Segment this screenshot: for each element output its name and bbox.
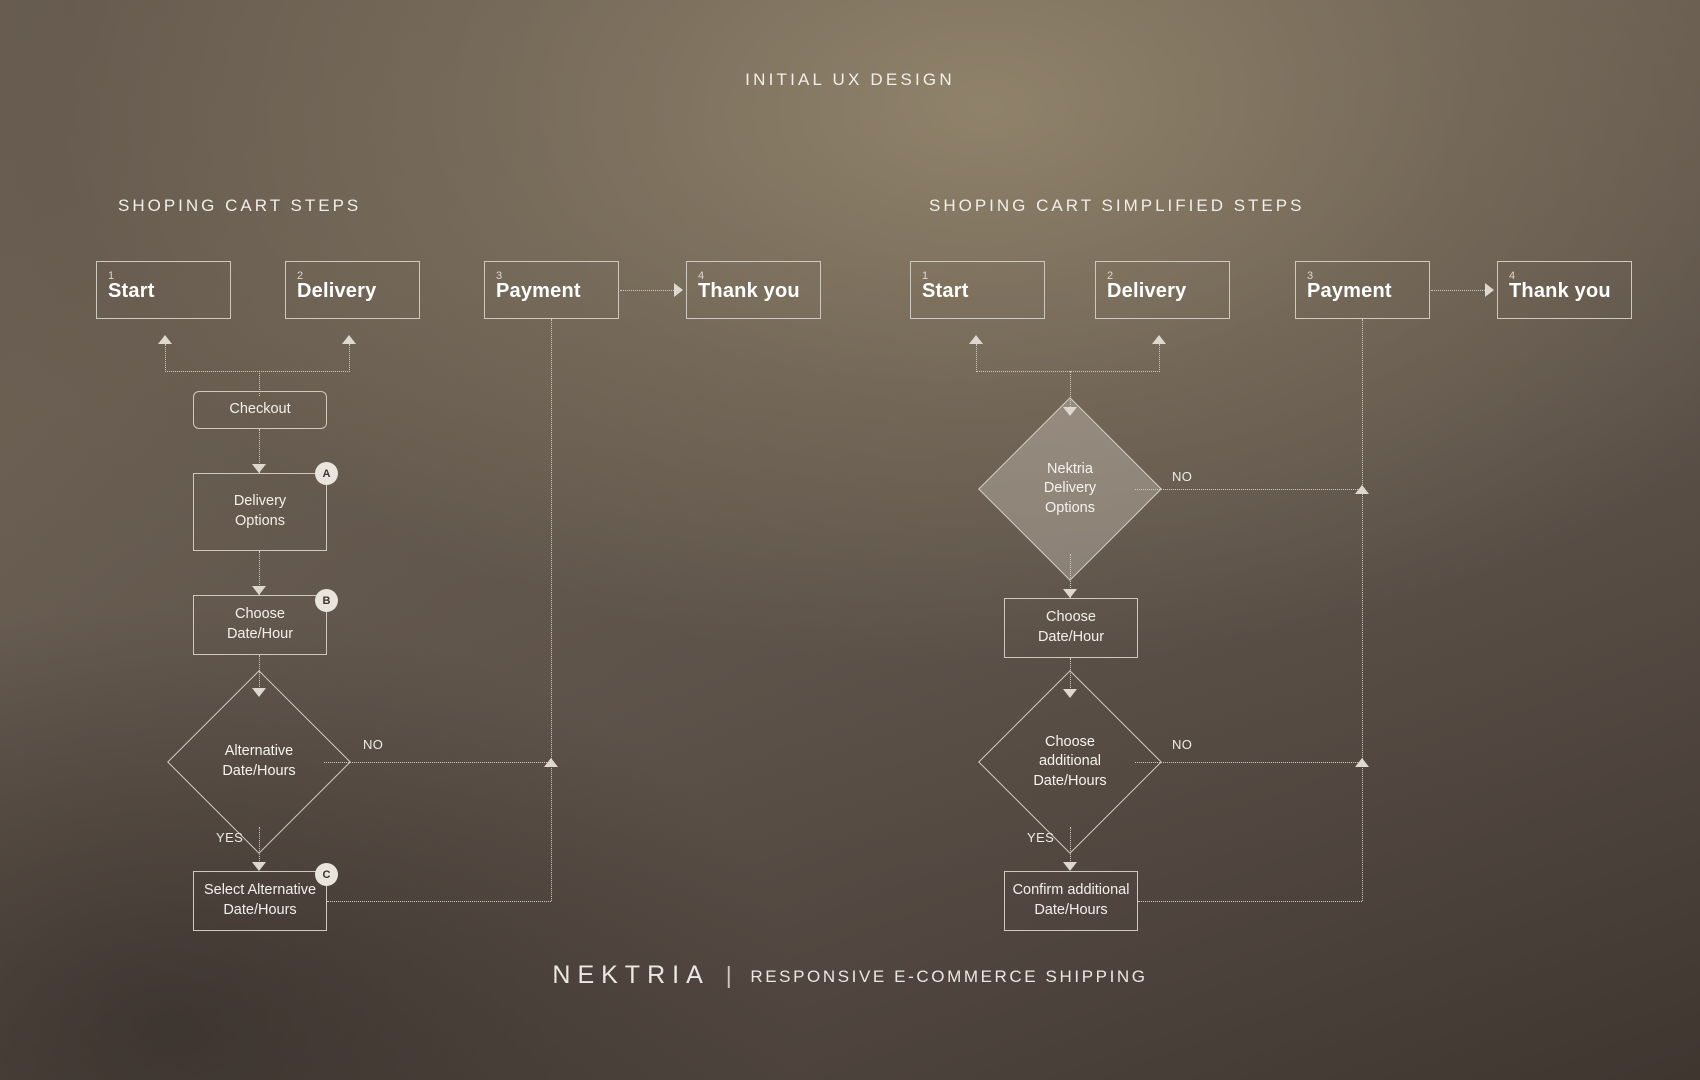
section-title-shopping-cart-simplified-steps: SHOPING CART SIMPLIFIED STEPS: [929, 196, 1305, 215]
arrowhead-up-delivery-left: [342, 335, 356, 344]
arrowhead-down: [252, 586, 266, 595]
node-label-line1: Select Alternative: [203, 882, 317, 899]
node-label-line1: Choose: [235, 606, 285, 623]
step-label: Thank you: [698, 280, 800, 302]
edge-label-yes-right: YES: [1027, 830, 1055, 845]
arrowhead-down: [252, 688, 266, 697]
node-label-line2: Date/Hour: [226, 626, 294, 642]
node-label: Alternative Date/Hours: [194, 697, 324, 827]
footer-tagline: RESPONSIVE E-COMMERCE SHIPPING: [750, 967, 1148, 986]
node-label-line1: Alternative: [224, 743, 294, 760]
ux-design-canvas: INITIAL UX DESIGN SHOPING CART STEPS 1 S…: [0, 0, 1700, 1080]
arrowhead-down: [1063, 862, 1077, 871]
connector-up-start-right: [976, 344, 977, 372]
node-alternative-date-hours[interactable]: Alternative Date/Hours: [167, 670, 351, 854]
connector-payment-thankyou-left: [620, 290, 676, 291]
node-delivery-options[interactable]: Delivery Options: [193, 473, 327, 551]
node-label: Choose additional Date/Hours: [1005, 697, 1135, 827]
node-label-line3: Date/Hours: [1033, 772, 1107, 789]
connector-up-delivery-left: [349, 344, 350, 372]
node-label-line2: additional: [1038, 753, 1102, 770]
connector-select-to-payment-left: [327, 901, 551, 902]
connector-no-branch-left: [324, 762, 551, 763]
node-label-line1: Nektria: [1047, 460, 1093, 477]
node-label-line2: Date/Hours: [1034, 902, 1108, 918]
section-title-shopping-cart-steps: SHOPING CART STEPS: [118, 196, 362, 215]
step-box-thankyou-right[interactable]: 4 Thank you: [1497, 261, 1632, 319]
step-box-thankyou-left[interactable]: 4 Thank you: [686, 261, 821, 319]
step-label: Payment: [1307, 280, 1392, 302]
node-label-line2: Date/Hour: [1037, 629, 1105, 645]
step-label: Payment: [496, 280, 581, 302]
node-label-line1: Choose: [1045, 733, 1095, 750]
arrowhead-down: [252, 862, 266, 871]
step-box-start-left[interactable]: 1 Start: [96, 261, 231, 319]
arrowhead-down: [252, 464, 266, 473]
node-choose-date-hour-right[interactable]: Choose Date/Hour: [1004, 598, 1138, 658]
node-label-line1: Choose: [1046, 609, 1096, 626]
connector-horizontal-branch-right: [976, 371, 1160, 372]
node-select-alternative-date-hours[interactable]: Select Alternative Date/Hours: [193, 871, 327, 931]
step-box-delivery-left[interactable]: 2 Delivery: [285, 261, 420, 319]
arrowhead-down: [1063, 589, 1077, 598]
arrowhead-up-delivery-right: [1152, 335, 1166, 344]
node-label-line3: Options: [1045, 499, 1095, 516]
step-label: Start: [108, 280, 155, 302]
step-label: Delivery: [1107, 280, 1187, 302]
arrowhead-up-start-left: [158, 335, 172, 344]
node-checkout[interactable]: Checkout: [193, 391, 327, 429]
badge-a: A: [315, 462, 338, 485]
edge-label-no-left: NO: [363, 737, 384, 752]
arrowhead-up-no-right: [1355, 758, 1369, 767]
footer: NEKTRIA | RESPONSIVE E-COMMERCE SHIPPING: [0, 961, 1700, 990]
node-label-line1: Delivery: [233, 493, 287, 510]
step-label: Thank you: [1509, 280, 1611, 302]
connector-payment-thankyou-right: [1431, 290, 1487, 291]
node-nektria-delivery-options[interactable]: Nektria Delivery Options: [978, 397, 1162, 581]
step-box-payment-left[interactable]: 3 Payment: [484, 261, 619, 319]
edge-label-no-nektria: NO: [1172, 469, 1193, 484]
step-box-start-right[interactable]: 1 Start: [910, 261, 1045, 319]
connector-riser-payment-right: [1362, 319, 1363, 901]
edge-label-no-right: NO: [1172, 737, 1193, 752]
arrowhead-right: [674, 283, 683, 297]
connector-down-to-checkout-left: [259, 371, 260, 396]
connector-no-branch-right: [1135, 762, 1362, 763]
arrowhead-up-start-right: [969, 335, 983, 344]
arrowhead-up-no-left: [544, 758, 558, 767]
arrowhead-right: [1485, 283, 1494, 297]
badge-c: C: [315, 863, 338, 886]
node-label: Checkout: [229, 401, 291, 418]
node-label-line2: Options: [235, 513, 285, 529]
connector-up-start-left: [165, 344, 166, 372]
node-label-line2: Delivery: [1043, 480, 1097, 497]
node-label-line2: Date/Hours: [223, 902, 297, 918]
arrowhead-down: [1063, 689, 1077, 698]
arrowhead-up-no-nektria: [1355, 485, 1369, 494]
edge-label-yes-left: YES: [216, 830, 244, 845]
connector-riser-payment-left: [551, 319, 552, 901]
footer-separator: |: [725, 962, 735, 988]
connector-confirm-to-payment-right: [1138, 901, 1362, 902]
connector-no-branch-nektria: [1135, 489, 1362, 490]
node-label-line2: Date/Hours: [222, 763, 296, 779]
page-title: INITIAL UX DESIGN: [745, 70, 955, 89]
connector-horizontal-branch-left: [165, 371, 350, 372]
badge-b: B: [315, 589, 338, 612]
footer-brand: NEKTRIA: [552, 961, 710, 989]
connector-up-delivery-right: [1159, 344, 1160, 372]
node-choose-additional-date-hours[interactable]: Choose additional Date/Hours: [978, 670, 1162, 854]
node-label-line1: Confirm additional: [1012, 882, 1130, 899]
step-label: Delivery: [297, 280, 377, 302]
node-label: Nektria Delivery Options: [1005, 424, 1135, 554]
node-choose-date-hour-left[interactable]: Choose Date/Hour: [193, 595, 327, 655]
arrowhead-down: [1063, 407, 1077, 416]
step-label: Start: [922, 280, 969, 302]
node-confirm-additional-date-hours[interactable]: Confirm additional Date/Hours: [1004, 871, 1138, 931]
step-box-delivery-right[interactable]: 2 Delivery: [1095, 261, 1230, 319]
step-box-payment-right[interactable]: 3 Payment: [1295, 261, 1430, 319]
